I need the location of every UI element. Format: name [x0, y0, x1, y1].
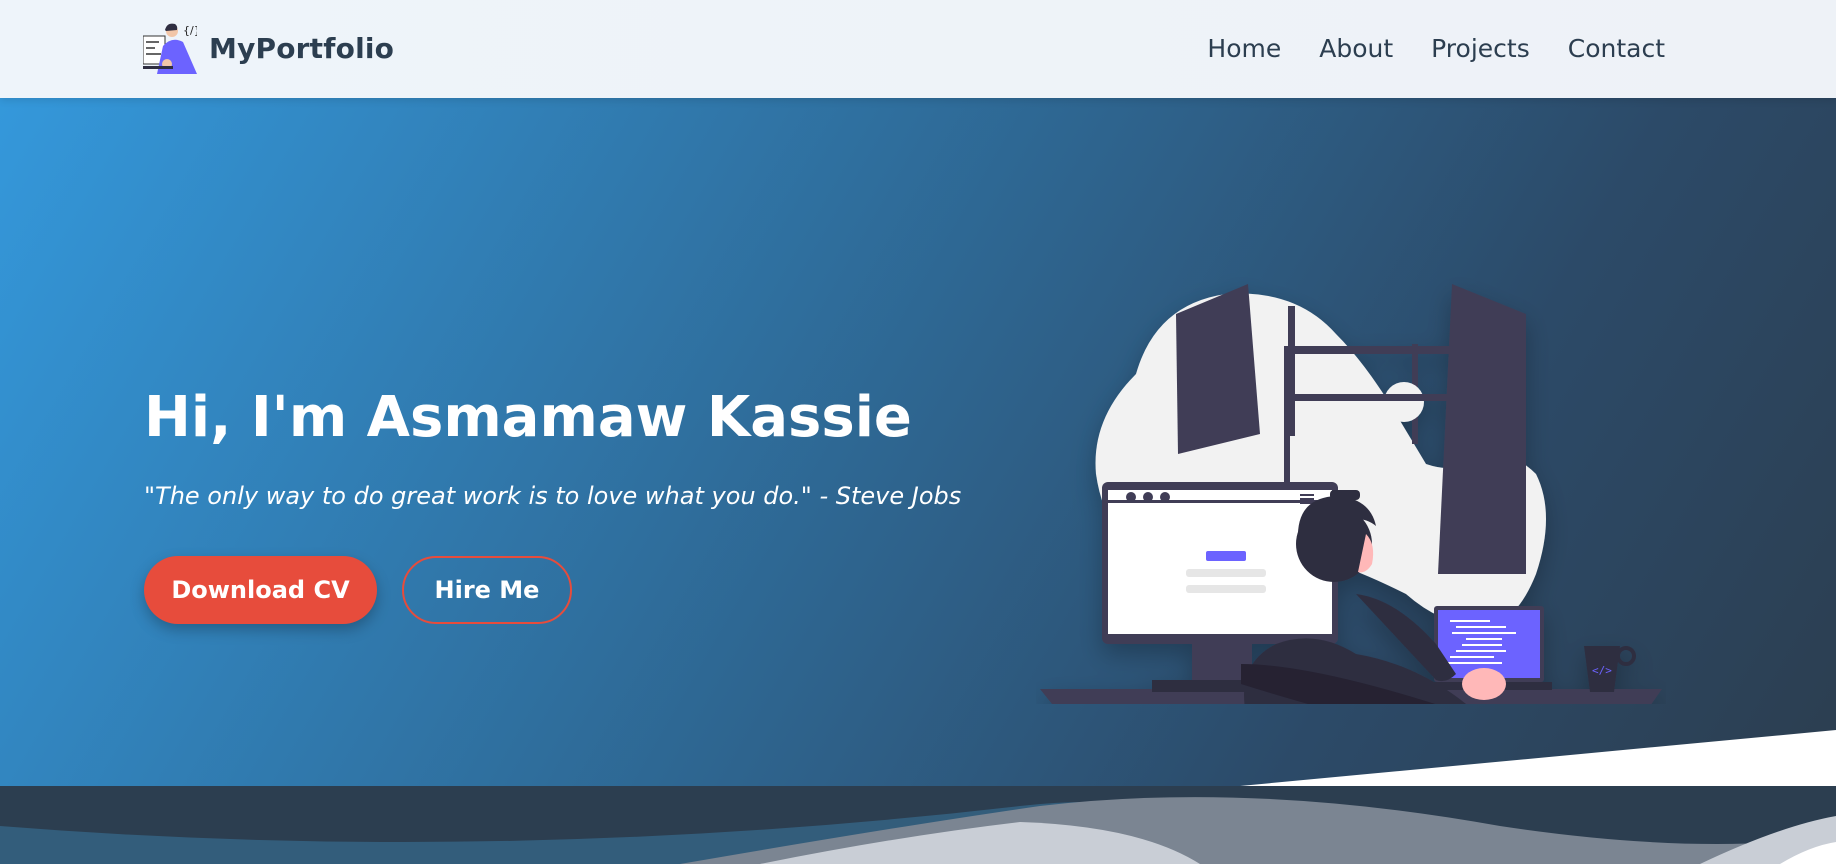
download-cv-button[interactable]: Download CV: [144, 556, 377, 624]
nav-link-home[interactable]: Home: [1207, 34, 1281, 63]
nav-link-contact[interactable]: Contact: [1568, 34, 1665, 63]
nav-links: Home About Projects Contact: [1207, 34, 1665, 63]
nav-link-about[interactable]: About: [1319, 34, 1393, 63]
brand[interactable]: {/} MyPortfolio: [143, 22, 394, 74]
section-divider-wave: [0, 786, 1836, 864]
svg-text:{/}: {/}: [183, 24, 197, 37]
hire-me-button[interactable]: Hire Me: [402, 556, 572, 624]
developer-avatar-icon: {/}: [143, 23, 197, 74]
hero-title: Hi, I'm Asmamaw Kassie: [144, 385, 912, 450]
brand-name: MyPortfolio: [209, 31, 395, 65]
nav-link-projects[interactable]: Projects: [1431, 34, 1530, 63]
hero-section: Hi, I'm Asmamaw Kassie "The only way to …: [0, 98, 1836, 786]
navbar: {/} MyPortfolio Home About Projects Cont…: [0, 0, 1836, 98]
hero-quote: "The only way to do great work is to lov…: [144, 482, 962, 510]
svg-text:</>: </>: [1592, 664, 1612, 677]
developer-at-desk-illustration: </>: [1040, 284, 1662, 704]
